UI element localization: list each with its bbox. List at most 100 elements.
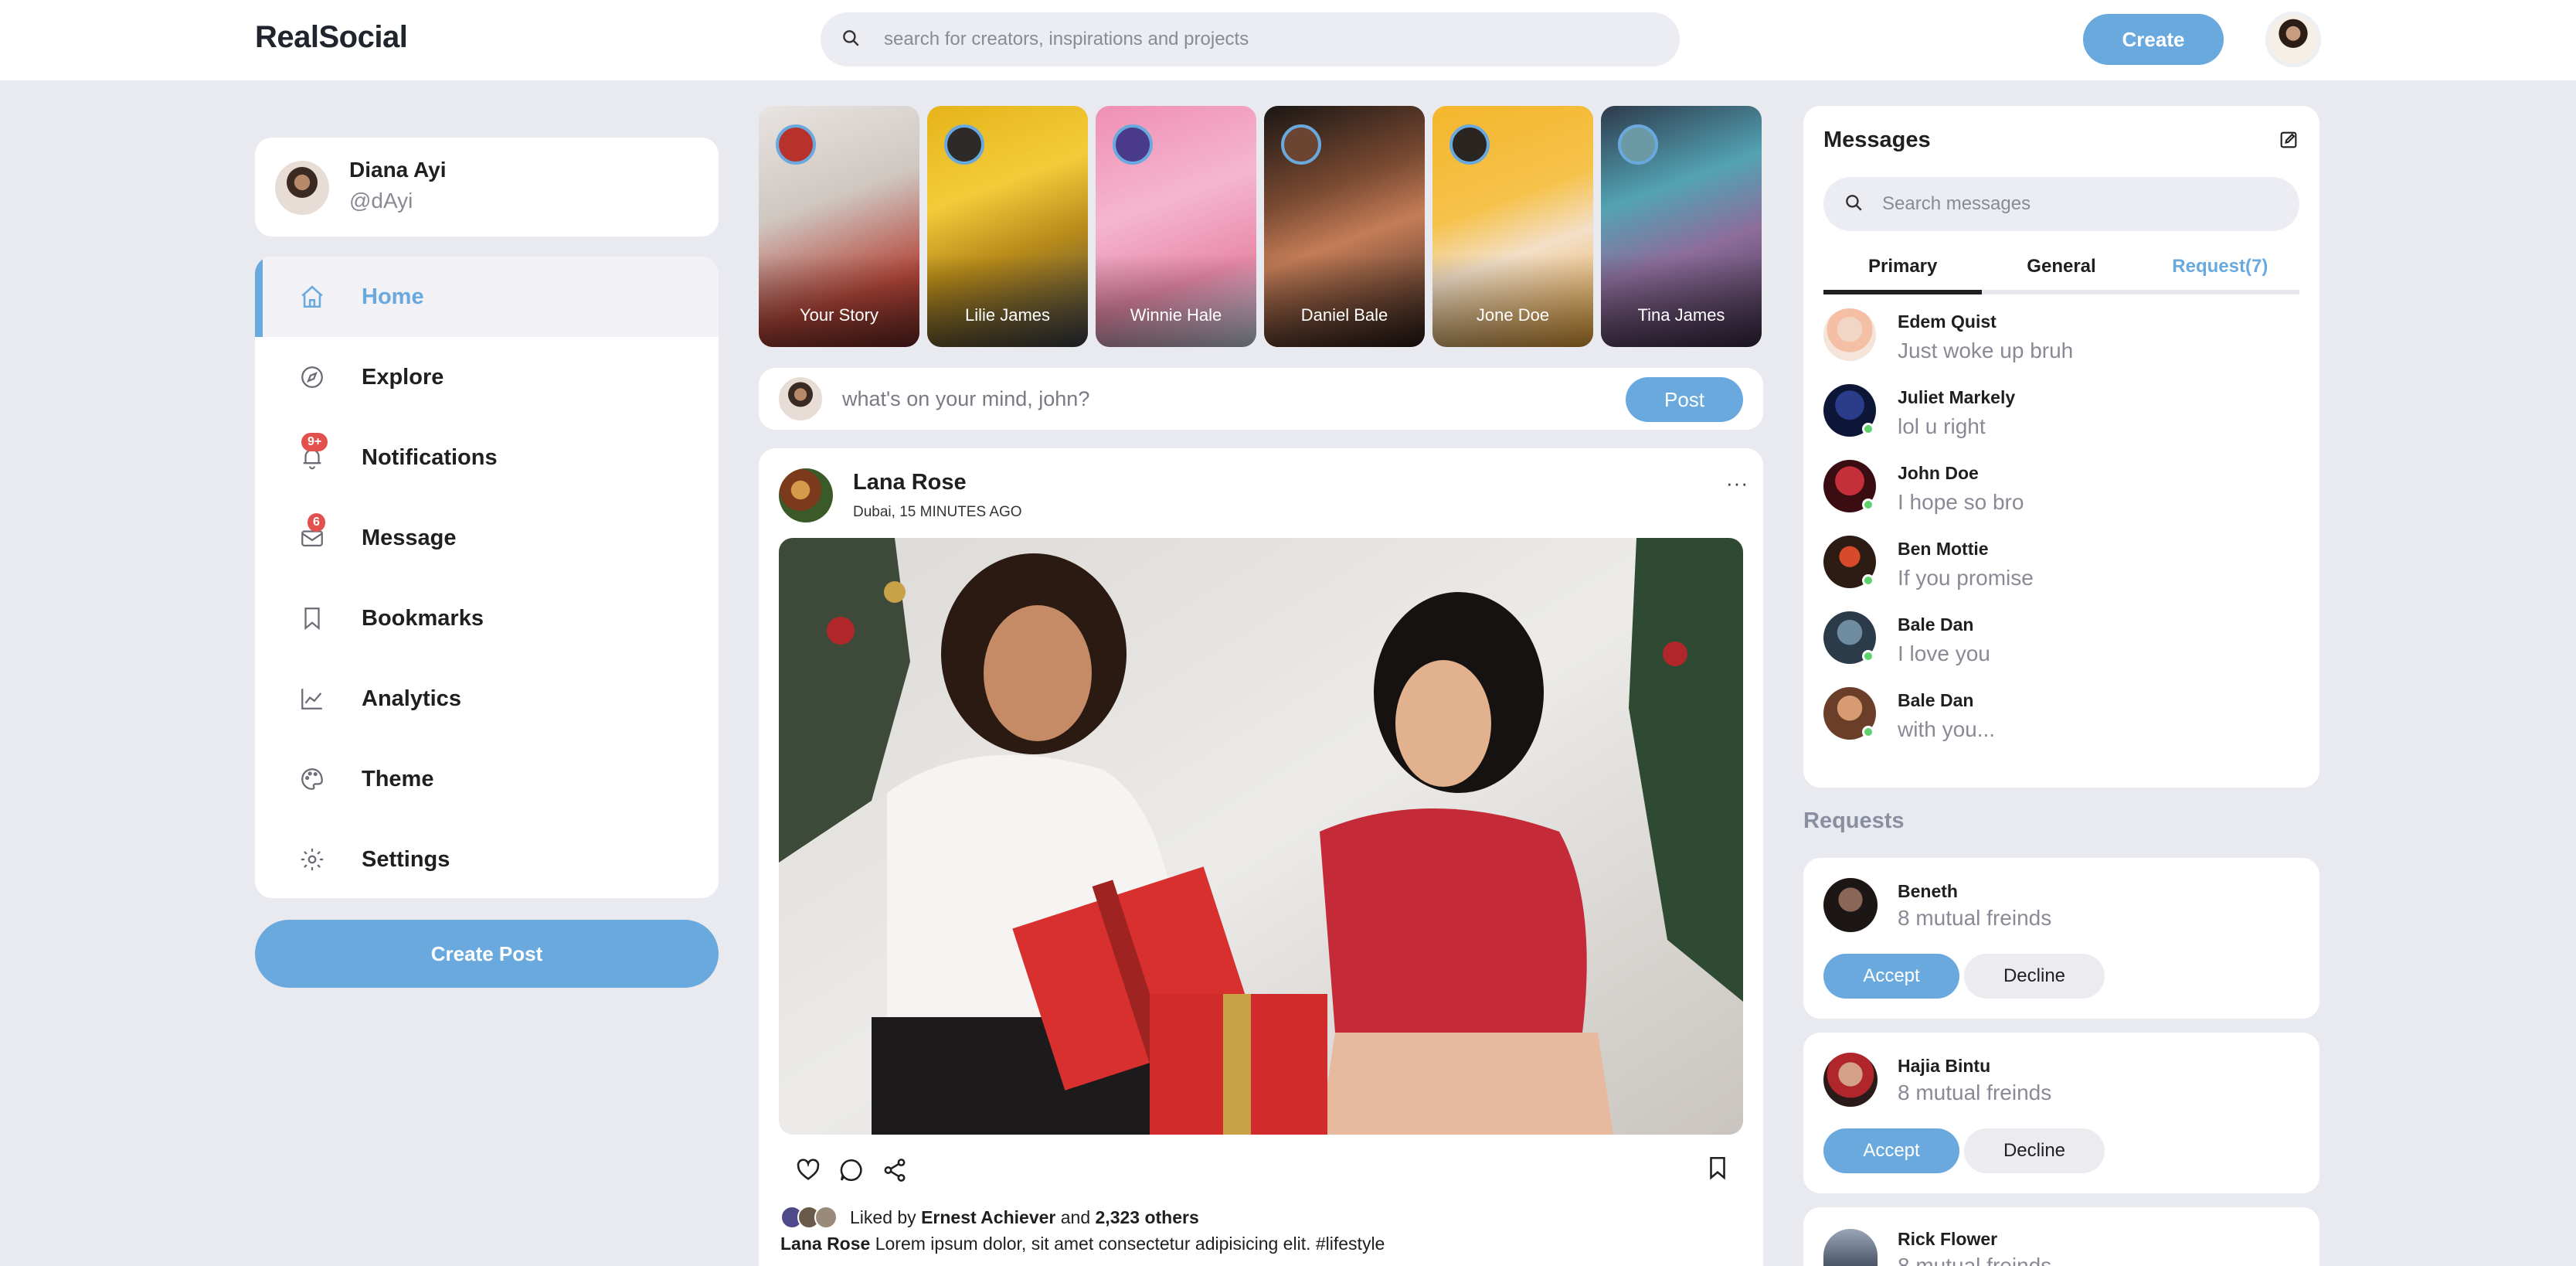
sidebar-item-label: Bookmarks [362, 605, 484, 631]
post-author-name[interactable]: Lana Rose [853, 470, 967, 495]
story-name: Your Story [800, 305, 878, 325]
post-menu-icon[interactable]: ··· [1726, 471, 1748, 495]
story-name: Tina James [1637, 305, 1725, 325]
search-input[interactable] [884, 29, 1579, 50]
story-card[interactable]: Daniel Bale [1264, 106, 1425, 347]
post-composer: Post [759, 368, 1763, 430]
message-item[interactable]: Juliet Markely lol u right [1823, 384, 2299, 460]
global-search[interactable] [821, 12, 1680, 66]
message-avatar [1823, 536, 1876, 588]
story-shade [1264, 254, 1425, 347]
sidebar-nav: Home Explore 9+ Notifications 6 Message … [255, 257, 719, 898]
story-name: Winnie Hale [1130, 305, 1222, 325]
messages-tabs: Primary General Request(7) [1823, 248, 2299, 294]
profile-name: Diana Ayi [349, 158, 447, 182]
post-author-avatar[interactable] [779, 468, 833, 522]
story-avatar [1449, 124, 1490, 165]
story-card[interactable]: Lilie James [927, 106, 1088, 347]
online-indicator [1862, 574, 1874, 587]
tab-general[interactable]: General [1982, 248, 2140, 290]
story-name: Daniel Bale [1300, 305, 1388, 325]
story-card[interactable]: Winnie Hale [1096, 106, 1256, 347]
sidebar-item-settings[interactable]: Settings [255, 819, 719, 898]
message-item[interactable]: Bale Dan I love you [1823, 611, 2299, 687]
app-logo[interactable]: RealSocial [255, 20, 408, 55]
message-badge: 6 [308, 513, 325, 532]
message-avatar [1823, 384, 1876, 437]
story-card[interactable]: Jone Doe [1432, 106, 1593, 347]
message-item[interactable]: Bale Dan with you... [1823, 687, 2299, 763]
composer-input[interactable] [842, 383, 1538, 414]
story-avatar [776, 124, 816, 165]
profile-card[interactable]: Diana Ayi @dAyi [255, 138, 719, 237]
sidebar-item-bookmarks[interactable]: Bookmarks [255, 578, 719, 659]
liked-avatars [780, 1206, 838, 1229]
bookmark-icon [298, 604, 326, 632]
sidebar-item-notifications[interactable]: 9+ Notifications [255, 417, 719, 498]
bell-icon: 9+ [298, 433, 328, 471]
friend-request-card: Hajia Bintu 8 mutual freinds Accept Decl… [1803, 1033, 2319, 1193]
sidebar-item-message[interactable]: 6 Message [255, 498, 719, 578]
heart-icon[interactable] [793, 1155, 824, 1186]
story-card[interactable]: Your Story [759, 106, 919, 347]
share-icon[interactable] [879, 1155, 910, 1186]
sidebar-item-theme[interactable]: Theme [255, 739, 719, 819]
comment-icon[interactable] [836, 1155, 867, 1186]
accept-button[interactable]: Accept [1823, 954, 1959, 999]
accept-button[interactable]: Accept [1823, 1128, 1959, 1173]
request-avatar[interactable] [1823, 1229, 1878, 1266]
online-indicator [1862, 650, 1874, 662]
liked-others[interactable]: 2,323 others [1096, 1207, 1199, 1228]
online-indicator [1862, 726, 1874, 738]
story-shade [1432, 254, 1593, 347]
liked-by-row: Liked by Ernest Achiever and 2,323 other… [780, 1206, 1199, 1229]
decline-button[interactable]: Decline [1964, 1128, 2105, 1173]
message-item[interactable]: John Doe I hope so bro [1823, 460, 2299, 536]
sidebar-item-label: Settings [362, 846, 450, 872]
sidebar-item-analytics[interactable]: Analytics [255, 659, 719, 739]
sidebar-item-label: Notifications [362, 444, 498, 470]
message-preview: If you promise [1898, 566, 2034, 590]
message-preview: Just woke up bruh [1898, 339, 2074, 362]
decline-button[interactable]: Decline [1964, 954, 2105, 999]
sidebar-item-explore[interactable]: Explore [255, 337, 719, 417]
request-avatar[interactable] [1823, 878, 1878, 932]
sidebar-item-home[interactable]: Home [255, 257, 719, 337]
caption-author[interactable]: Lana Rose [780, 1234, 870, 1254]
message-preview: with you... [1898, 717, 1996, 741]
messages-search[interactable] [1823, 177, 2299, 231]
create-button[interactable]: Create [2083, 14, 2224, 65]
home-icon [298, 283, 326, 311]
story-shade [1601, 254, 1762, 347]
messages-search-input[interactable] [1882, 193, 2268, 215]
tab-requests[interactable]: Request(7) [2141, 248, 2299, 290]
post-button[interactable]: Post [1626, 377, 1743, 422]
create-post-button[interactable]: Create Post [255, 920, 719, 988]
message-item[interactable]: Edem Quist Just woke up bruh [1823, 308, 2299, 384]
post-image[interactable] [779, 538, 1743, 1135]
sidebar-item-label: Analytics [362, 686, 461, 711]
story-name: Lilie James [964, 305, 1051, 325]
request-avatar[interactable] [1823, 1053, 1878, 1107]
envelope-icon: 6 [298, 513, 326, 552]
message-avatar [1823, 460, 1876, 512]
notification-badge: 9+ [301, 433, 328, 451]
online-indicator [1862, 499, 1874, 511]
story-avatar [1113, 124, 1153, 165]
tab-primary[interactable]: Primary [1823, 248, 1983, 294]
caption-text: Lorem ipsum dolor, sit amet consectetur … [875, 1234, 1385, 1254]
liked-user[interactable]: Ernest Achiever [921, 1207, 1055, 1228]
friend-request-card: Rick Flower 8 mutual freinds [1803, 1207, 2319, 1266]
user-avatar[interactable] [2265, 12, 2321, 67]
request-name[interactable]: Rick Flower [1898, 1229, 1997, 1250]
story-shade [1096, 254, 1256, 347]
story-shade [927, 254, 1088, 347]
bookmark-icon[interactable] [1704, 1155, 1735, 1186]
compose-icon[interactable] [2278, 129, 2301, 152]
request-name[interactable]: Beneth [1898, 881, 1958, 902]
request-name[interactable]: Hajia Bintu [1898, 1056, 1990, 1077]
story-card[interactable]: Tina James [1601, 106, 1762, 347]
message-item[interactable]: Ben Mottie If you promise [1823, 536, 2299, 611]
story-name: Jone Doe [1476, 305, 1550, 325]
stories-row: Your Story Lilie James Winnie Hale Danie… [759, 106, 1763, 349]
